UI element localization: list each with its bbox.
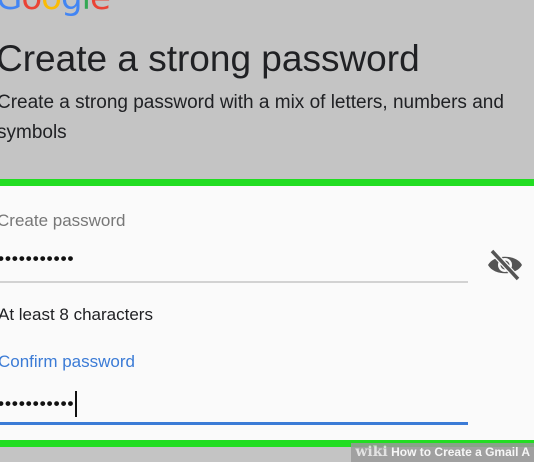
- create-password-label: Create password: [0, 211, 126, 230]
- password-hint: At least 8 characters: [0, 305, 153, 324]
- logo-letter: o: [41, 0, 62, 18]
- google-logo: Google: [0, 0, 111, 18]
- create-password-field[interactable]: •••••••••••: [0, 249, 74, 269]
- watermark-brand: wiki: [355, 444, 388, 460]
- confirm-password-field[interactable]: •••••••••••: [0, 391, 78, 417]
- confirm-password-label: Confirm password: [0, 352, 135, 371]
- watermark-text: How to Create a Gmail A: [391, 445, 530, 459]
- create-password-underline: [0, 281, 468, 283]
- text-caret: [75, 391, 78, 417]
- logo-letter: e: [90, 0, 111, 18]
- logo-letter: G: [0, 0, 22, 18]
- wikihow-watermark: wiki How to Create a Gmail A: [351, 443, 534, 462]
- page-subtitle: Create a strong password with a mix of l…: [0, 92, 504, 143]
- logo-letter: g: [61, 0, 83, 18]
- logo-letter: o: [21, 0, 42, 18]
- page-title: Create a strong password: [0, 38, 420, 79]
- confirm-password-underline: [0, 422, 468, 425]
- logo-letter: l: [82, 0, 92, 18]
- confirm-password-value: •••••••••••: [0, 394, 75, 413]
- eye-off-icon[interactable]: [485, 247, 525, 283]
